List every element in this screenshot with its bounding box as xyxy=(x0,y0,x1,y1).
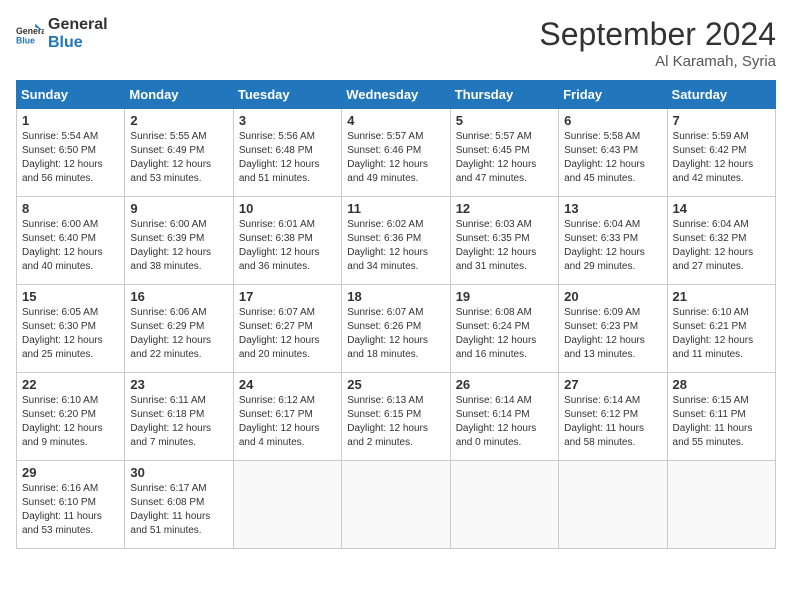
table-row: 15Sunrise: 6:05 AMSunset: 6:30 PMDayligh… xyxy=(17,285,125,373)
month-title: September 2024 xyxy=(539,16,776,53)
logo-general: General xyxy=(48,16,108,34)
table-row: 2Sunrise: 5:55 AMSunset: 6:49 PMDaylight… xyxy=(125,109,233,197)
header-row: Sunday Monday Tuesday Wednesday Thursday… xyxy=(17,81,776,109)
page-header: General Blue General Blue September 2024… xyxy=(16,16,776,70)
week-row-0: 1Sunrise: 5:54 AMSunset: 6:50 PMDaylight… xyxy=(17,109,776,197)
table-row: 9Sunrise: 6:00 AMSunset: 6:39 PMDaylight… xyxy=(125,197,233,285)
table-row: 28Sunrise: 6:15 AMSunset: 6:11 PMDayligh… xyxy=(667,373,775,461)
svg-text:Blue: Blue xyxy=(16,35,35,45)
table-row xyxy=(559,461,667,549)
table-row: 25Sunrise: 6:13 AMSunset: 6:15 PMDayligh… xyxy=(342,373,450,461)
table-row: 10Sunrise: 6:01 AMSunset: 6:38 PMDayligh… xyxy=(233,197,341,285)
table-row: 12Sunrise: 6:03 AMSunset: 6:35 PMDayligh… xyxy=(450,197,558,285)
col-monday: Monday xyxy=(125,81,233,109)
table-row: 18Sunrise: 6:07 AMSunset: 6:26 PMDayligh… xyxy=(342,285,450,373)
table-row: 3Sunrise: 5:56 AMSunset: 6:48 PMDaylight… xyxy=(233,109,341,197)
logo: General Blue General Blue xyxy=(16,16,108,51)
table-row xyxy=(667,461,775,549)
table-row: 30Sunrise: 6:17 AMSunset: 6:08 PMDayligh… xyxy=(125,461,233,549)
col-thursday: Thursday xyxy=(450,81,558,109)
table-row: 19Sunrise: 6:08 AMSunset: 6:24 PMDayligh… xyxy=(450,285,558,373)
week-row-4: 29Sunrise: 6:16 AMSunset: 6:10 PMDayligh… xyxy=(17,461,776,549)
table-row: 14Sunrise: 6:04 AMSunset: 6:32 PMDayligh… xyxy=(667,197,775,285)
table-row: 1Sunrise: 5:54 AMSunset: 6:50 PMDaylight… xyxy=(17,109,125,197)
week-row-2: 15Sunrise: 6:05 AMSunset: 6:30 PMDayligh… xyxy=(17,285,776,373)
col-wednesday: Wednesday xyxy=(342,81,450,109)
table-row: 11Sunrise: 6:02 AMSunset: 6:36 PMDayligh… xyxy=(342,197,450,285)
col-friday: Friday xyxy=(559,81,667,109)
table-row: 20Sunrise: 6:09 AMSunset: 6:23 PMDayligh… xyxy=(559,285,667,373)
calendar-table: Sunday Monday Tuesday Wednesday Thursday… xyxy=(16,80,776,549)
table-row: 5Sunrise: 5:57 AMSunset: 6:45 PMDaylight… xyxy=(450,109,558,197)
location: Al Karamah, Syria xyxy=(539,53,776,70)
table-row: 24Sunrise: 6:12 AMSunset: 6:17 PMDayligh… xyxy=(233,373,341,461)
table-row: 16Sunrise: 6:06 AMSunset: 6:29 PMDayligh… xyxy=(125,285,233,373)
table-row: 6Sunrise: 5:58 AMSunset: 6:43 PMDaylight… xyxy=(559,109,667,197)
table-row: 13Sunrise: 6:04 AMSunset: 6:33 PMDayligh… xyxy=(559,197,667,285)
table-row: 27Sunrise: 6:14 AMSunset: 6:12 PMDayligh… xyxy=(559,373,667,461)
table-row: 21Sunrise: 6:10 AMSunset: 6:21 PMDayligh… xyxy=(667,285,775,373)
table-row: 4Sunrise: 5:57 AMSunset: 6:46 PMDaylight… xyxy=(342,109,450,197)
logo-blue: Blue xyxy=(48,34,108,52)
svg-text:General: General xyxy=(16,26,44,36)
logo-icon: General Blue xyxy=(16,20,44,48)
table-row: 26Sunrise: 6:14 AMSunset: 6:14 PMDayligh… xyxy=(450,373,558,461)
table-row: 17Sunrise: 6:07 AMSunset: 6:27 PMDayligh… xyxy=(233,285,341,373)
table-row: 8Sunrise: 6:00 AMSunset: 6:40 PMDaylight… xyxy=(17,197,125,285)
title-block: September 2024 Al Karamah, Syria xyxy=(539,16,776,70)
table-row xyxy=(450,461,558,549)
table-row: 29Sunrise: 6:16 AMSunset: 6:10 PMDayligh… xyxy=(17,461,125,549)
table-row xyxy=(233,461,341,549)
col-saturday: Saturday xyxy=(667,81,775,109)
table-row: 23Sunrise: 6:11 AMSunset: 6:18 PMDayligh… xyxy=(125,373,233,461)
table-row: 22Sunrise: 6:10 AMSunset: 6:20 PMDayligh… xyxy=(17,373,125,461)
week-row-3: 22Sunrise: 6:10 AMSunset: 6:20 PMDayligh… xyxy=(17,373,776,461)
table-row xyxy=(342,461,450,549)
table-row: 7Sunrise: 5:59 AMSunset: 6:42 PMDaylight… xyxy=(667,109,775,197)
col-tuesday: Tuesday xyxy=(233,81,341,109)
week-row-1: 8Sunrise: 6:00 AMSunset: 6:40 PMDaylight… xyxy=(17,197,776,285)
col-sunday: Sunday xyxy=(17,81,125,109)
